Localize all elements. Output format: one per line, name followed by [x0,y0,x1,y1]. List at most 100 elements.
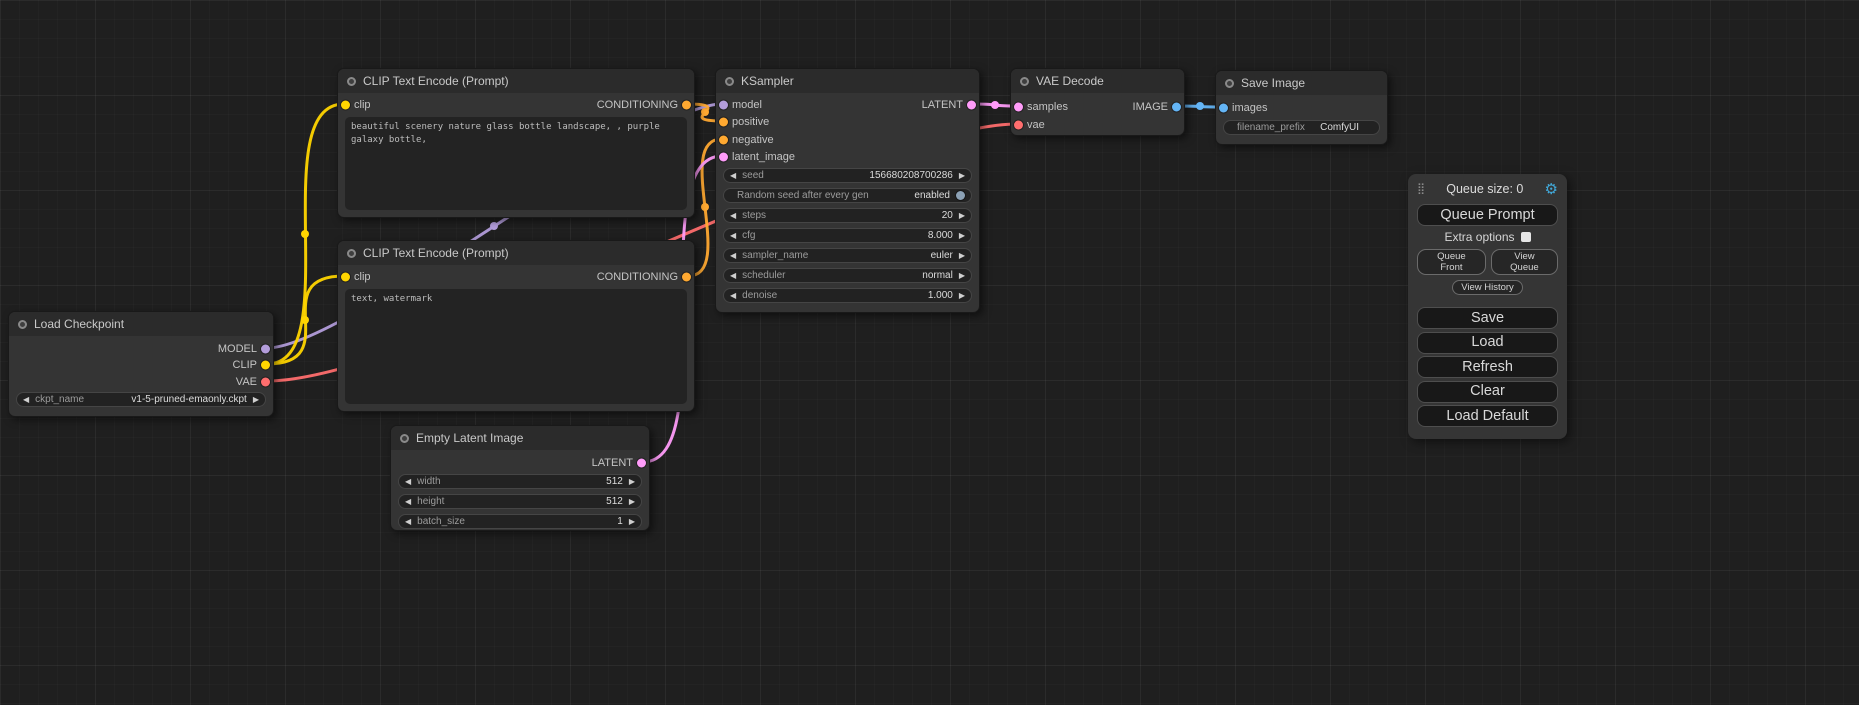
increment-arrow-icon[interactable]: ▶ [253,392,259,407]
node-empty-latent-image[interactable]: Empty Latent Image LATENT ◀ width 512 ▶ … [390,425,650,531]
increment-arrow-icon[interactable]: ▶ [629,514,635,529]
decrement-arrow-icon[interactable]: ◀ [730,208,736,223]
images-input-dot[interactable] [1219,104,1228,113]
negative-prompt-textarea[interactable]: text, watermark [345,289,687,404]
node-title-bar[interactable]: Empty Latent Image [391,426,649,450]
widget-label: denoise [742,290,777,301]
decrement-arrow-icon[interactable]: ◀ [730,268,736,283]
node-clip-text-encode-negative[interactable]: CLIP Text Encode (Prompt) clip CONDITION… [337,240,695,412]
load-default-button[interactable]: Load Default [1417,405,1558,427]
widget-value: ComfyUI [1320,122,1359,133]
filename-prefix-widget[interactable]: filename_prefix ComfyUI [1223,120,1380,135]
load-button[interactable]: Load [1417,332,1558,354]
view-history-button[interactable]: View History [1452,280,1523,295]
latent-image-input-dot[interactable] [719,153,728,162]
collapse-dot[interactable] [725,77,734,86]
collapse-dot[interactable] [1225,79,1234,88]
collapse-dot[interactable] [347,77,356,86]
extra-options-label: Extra options [1444,230,1514,244]
decrement-arrow-icon[interactable]: ◀ [405,514,411,529]
latent-output-dot[interactable] [637,459,646,468]
increment-arrow-icon[interactable]: ▶ [959,168,965,183]
batch-size-widget[interactable]: ◀ batch_size 1 ▶ [398,514,642,529]
widget-label: scheduler [742,270,785,281]
cfg-widget[interactable]: ◀ cfg 8.000 ▶ [723,228,972,243]
height-widget[interactable]: ◀ height 512 ▶ [398,494,642,509]
conditioning-output-dot[interactable] [682,101,691,110]
increment-arrow-icon[interactable]: ▶ [629,494,635,509]
negative-input-dot[interactable] [719,136,728,145]
decrement-arrow-icon[interactable]: ◀ [405,474,411,489]
extra-options-checkbox[interactable] [1521,232,1531,242]
queue-prompt-button[interactable]: Queue Prompt [1417,204,1558,226]
node-title-bar[interactable]: KSampler [716,69,979,93]
node-title-bar[interactable]: Load Checkpoint [9,312,273,336]
clip-output-dot[interactable] [261,361,270,370]
collapse-dot[interactable] [400,434,409,443]
denoise-widget[interactable]: ◀ denoise 1.000 ▶ [723,288,972,303]
refresh-button[interactable]: Refresh [1417,356,1558,378]
node-title-bar[interactable]: CLIP Text Encode (Prompt) [338,69,694,93]
random-seed-toggle-widget[interactable]: Random seed after every gen enabled [723,188,972,203]
node-title-bar[interactable]: Save Image [1216,71,1387,95]
node-load-checkpoint[interactable]: Load Checkpoint MODEL CLIP VAE ◀ ckpt_na… [8,311,274,417]
wire-midpoint-dot [1196,102,1204,110]
model-input-dot[interactable] [719,101,728,110]
vae-output-dot[interactable] [261,378,270,387]
increment-arrow-icon[interactable]: ▶ [959,288,965,303]
save-button[interactable]: Save [1417,307,1558,329]
increment-arrow-icon[interactable]: ▶ [959,208,965,223]
node-title: VAE Decode [1036,74,1104,88]
vae-input-dot[interactable] [1014,121,1023,130]
decrement-arrow-icon[interactable]: ◀ [730,248,736,263]
width-widget[interactable]: ◀ width 512 ▶ [398,474,642,489]
input-slot-vae: vae [1011,117,1184,133]
image-output-dot[interactable] [1172,103,1181,112]
sampler-name-widget[interactable]: ◀ sampler_name euler ▶ [723,248,972,263]
clip-input-dot[interactable] [341,273,350,282]
decrement-arrow-icon[interactable]: ◀ [730,228,736,243]
ckpt-name-widget[interactable]: ◀ ckpt_name v1-5-pruned-emaonly.ckpt ▶ [16,392,266,407]
node-save-image[interactable]: Save Image images filename_prefix ComfyU… [1215,70,1388,145]
slot-label: samples [1027,99,1068,115]
toggle-knob[interactable] [956,191,965,200]
collapse-dot[interactable] [18,320,27,329]
wire-midpoint-dot [701,108,709,116]
model-output-dot[interactable] [261,345,270,354]
clear-button[interactable]: Clear [1417,381,1558,403]
view-queue-button[interactable]: View Queue [1491,249,1558,275]
increment-arrow-icon[interactable]: ▶ [629,474,635,489]
increment-arrow-icon[interactable]: ▶ [959,248,965,263]
decrement-arrow-icon[interactable]: ◀ [405,494,411,509]
collapse-dot[interactable] [1020,77,1029,86]
samples-input-dot[interactable] [1014,103,1023,112]
collapse-dot[interactable] [347,249,356,258]
clip-input-dot[interactable] [341,101,350,110]
settings-gear-icon[interactable]: ⚙ [1545,182,1558,197]
conditioning-output-dot[interactable] [682,273,691,282]
drag-handle-icon[interactable]: ⣿ [1417,184,1425,195]
scheduler-widget[interactable]: ◀ scheduler normal ▶ [723,268,972,283]
input-slot-latent-image: latent_image [716,149,979,165]
node-clip-text-encode-positive[interactable]: CLIP Text Encode (Prompt) clip CONDITION… [337,68,695,218]
node-title-bar[interactable]: CLIP Text Encode (Prompt) [338,241,694,265]
positive-prompt-textarea[interactable]: beautiful scenery nature glass bottle la… [345,117,687,210]
queue-front-button[interactable]: Queue Front [1417,249,1486,275]
node-ksampler[interactable]: KSampler model LATENT positive negative … [715,68,980,313]
decrement-arrow-icon[interactable]: ◀ [730,288,736,303]
slot-label: LATENT [922,97,963,113]
decrement-arrow-icon[interactable]: ◀ [23,392,29,407]
increment-arrow-icon[interactable]: ▶ [959,268,965,283]
node-title-bar[interactable]: VAE Decode [1011,69,1184,93]
slot-label: latent_image [732,149,795,165]
decrement-arrow-icon[interactable]: ◀ [730,168,736,183]
steps-widget[interactable]: ◀ steps 20 ▶ [723,208,972,223]
increment-arrow-icon[interactable]: ▶ [959,228,965,243]
node-vae-decode[interactable]: VAE Decode samples IMAGE vae [1010,68,1185,136]
seed-widget[interactable]: ◀ seed 156680208700286 ▶ [723,168,972,183]
output-slot-clip: CLIP [9,357,273,373]
latent-output-dot[interactable] [967,101,976,110]
node-graph-canvas[interactable]: Load Checkpoint MODEL CLIP VAE ◀ ckpt_na… [0,0,1859,705]
positive-input-dot[interactable] [719,118,728,127]
slot-label: IMAGE [1133,99,1168,115]
